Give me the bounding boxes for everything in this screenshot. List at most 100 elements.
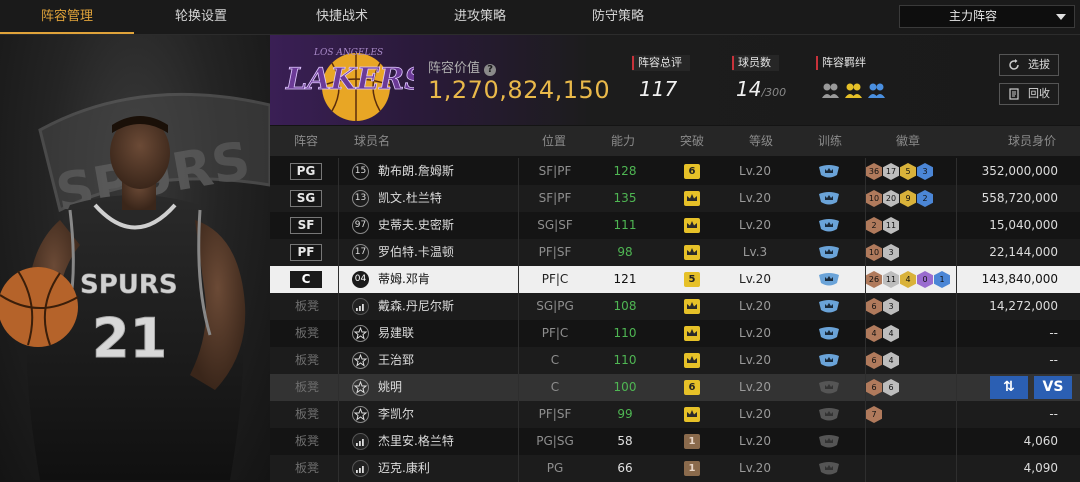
training-icon[interactable] (818, 326, 840, 341)
column-divider (338, 239, 339, 266)
player-ability: 66 (617, 461, 633, 475)
column-divider (865, 293, 866, 320)
table-row[interactable]: PG 15 勒布朗.詹姆斯 SF|PF 128 6 Lv.20 36 17 5 3 352,000,0… (270, 158, 1080, 185)
player-name[interactable]: 戴森.丹尼尔斯 (378, 293, 454, 320)
lineup-value-amount: 1,270,824,150 (428, 76, 611, 104)
column-divider (338, 455, 339, 482)
tab-defense-strategy[interactable]: 防守策略 (551, 0, 685, 34)
training-icon[interactable] (818, 218, 840, 233)
bench-label: 板凳 (295, 299, 320, 313)
table-row[interactable]: SF 97 史蒂夫.史密斯 SG|SF 111 Lv.20 2 11 15,040,000 (270, 212, 1080, 239)
tab-rotation-settings[interactable]: 轮换设置 (134, 0, 268, 34)
player-position: PG (546, 461, 564, 475)
column-divider (956, 158, 957, 185)
training-icon[interactable] (818, 272, 840, 287)
rank-bars-icon (352, 460, 369, 477)
table-row[interactable]: 板凳 王治郅 C 110 Lv.20 6 4 -- (270, 347, 1080, 374)
table-row[interactable]: SG 13 凯文.杜兰特 SF|PF 135 Lv.20 10 20 9 2 558,720,000 (270, 185, 1080, 212)
crown-icon (684, 299, 700, 314)
player-name[interactable]: 姚明 (378, 374, 402, 401)
bond-icon-grey (822, 83, 839, 98)
player-value: 22,144,000 (989, 245, 1058, 259)
rank-bars-icon (352, 298, 369, 315)
bond-icon-gold (845, 83, 862, 98)
badge-count: 9 (900, 190, 916, 207)
slot-position-badge: PG (290, 163, 322, 180)
table-row[interactable]: 板凳 姚明 C 100 6 Lv.20 6 6 ⇅ VS (270, 374, 1080, 401)
column-divider (338, 212, 339, 239)
column-divider (865, 455, 866, 482)
col-badges: 徽章 (896, 134, 921, 148)
badge-count: 3 (883, 298, 899, 315)
help-icon[interactable]: ? (484, 64, 497, 76)
vs-button[interactable]: VS (1034, 376, 1072, 399)
column-divider (865, 185, 866, 212)
col-player-name: 球员名 (354, 134, 391, 148)
column-divider (865, 158, 866, 185)
player-name[interactable]: 杰里安.格兰特 (378, 428, 454, 455)
svg-text:21: 21 (92, 307, 167, 370)
crown-icon (684, 407, 700, 422)
player-position: SG|SF (537, 218, 573, 232)
training-icon[interactable] (818, 245, 840, 260)
column-divider (956, 212, 957, 239)
training-icon[interactable] (818, 380, 840, 395)
column-divider (956, 347, 957, 374)
top-tab-bar: 阵容管理 轮换设置 快捷战术 进攻策略 防守策略 主力阵容 (0, 0, 1080, 35)
bench-label: 板凳 (295, 434, 320, 448)
player-value: 15,040,000 (989, 218, 1058, 232)
player-ability: 135 (613, 191, 637, 205)
tab-quick-tactics[interactable]: 快捷战术 (275, 0, 409, 34)
player-value: 4,060 (1023, 434, 1058, 448)
bench-label: 板凳 (295, 326, 320, 340)
featured-player-panel: SPURS SPURS 21 (0, 35, 270, 480)
player-name[interactable]: 迈克.康利 (378, 455, 430, 482)
player-ability: 121 (613, 272, 637, 286)
training-icon[interactable] (818, 407, 840, 422)
table-row[interactable]: C 04 蒂姆.邓肯 PF|C 121 5 Lv.20 26 11 4 0 1 143,840,000 (270, 266, 1080, 293)
table-row[interactable]: 板凳 戴森.丹尼尔斯 SG|PG 108 Lv.20 6 3 14,272,000 (270, 293, 1080, 320)
training-icon[interactable] (818, 164, 840, 179)
tab-lineup-management[interactable]: 阵容管理 (0, 0, 134, 34)
player-name[interactable]: 易建联 (378, 320, 414, 347)
badge-count: 0 (917, 271, 933, 288)
recycle-button[interactable]: 回收 (999, 83, 1059, 105)
player-name[interactable]: 勒布朗.詹姆斯 (378, 158, 454, 185)
column-divider (865, 347, 866, 374)
column-divider (865, 266, 866, 293)
svg-text:SPURS: SPURS (80, 270, 178, 300)
lineup-dropdown[interactable]: 主力阵容 (899, 5, 1075, 28)
swap-button[interactable]: ⇅ (990, 376, 1028, 399)
player-level: Lv.20 (739, 326, 771, 340)
training-icon[interactable] (818, 461, 840, 476)
table-row[interactable]: 板凳 李凯尔 PF|SF 99 Lv.20 7 -- (270, 401, 1080, 428)
table-row[interactable]: 板凳 迈克.康利 PG 66 1 Lv.20 4,090 (270, 455, 1080, 482)
table-row[interactable]: 板凳 易建联 PF|C 110 Lv.20 4 4 -- (270, 320, 1080, 347)
basketball-icon (0, 267, 79, 347)
lineup-bond-icons[interactable] (821, 81, 891, 105)
player-name[interactable]: 凯文.杜兰特 (378, 185, 442, 212)
column-divider (956, 401, 957, 428)
jersey-number-badge: 17 (352, 244, 369, 261)
training-icon[interactable] (818, 191, 840, 206)
select-button[interactable]: 选拔 (999, 54, 1059, 76)
player-name[interactable]: 王治郅 (378, 347, 414, 374)
badge-count: 3 (917, 163, 933, 180)
training-icon[interactable] (818, 299, 840, 314)
player-count: 14/300 (736, 77, 786, 101)
player-position: PG|SG (536, 434, 574, 448)
training-icon[interactable] (818, 353, 840, 368)
player-count-label: 球员数 (732, 55, 779, 71)
badge-count: 4 (883, 325, 899, 342)
player-name[interactable]: 李凯尔 (378, 401, 414, 428)
table-row[interactable]: 板凳 杰里安.格兰特 PG|SG 58 1 Lv.20 4,060 (270, 428, 1080, 455)
bench-label: 板凳 (295, 407, 320, 421)
player-name[interactable]: 罗伯特.卡温顿 (378, 239, 454, 266)
tab-offense-strategy[interactable]: 进攻策略 (413, 0, 547, 34)
training-icon[interactable] (818, 434, 840, 449)
player-name[interactable]: 史蒂夫.史密斯 (378, 212, 454, 239)
table-row[interactable]: PF 17 罗伯特.卡温顿 PF|SF 98 Lv.3 10 3 22,144,000 (270, 239, 1080, 266)
player-name[interactable]: 蒂姆.邓肯 (378, 266, 430, 293)
column-divider (956, 266, 957, 293)
badge-count: 4 (900, 271, 916, 288)
